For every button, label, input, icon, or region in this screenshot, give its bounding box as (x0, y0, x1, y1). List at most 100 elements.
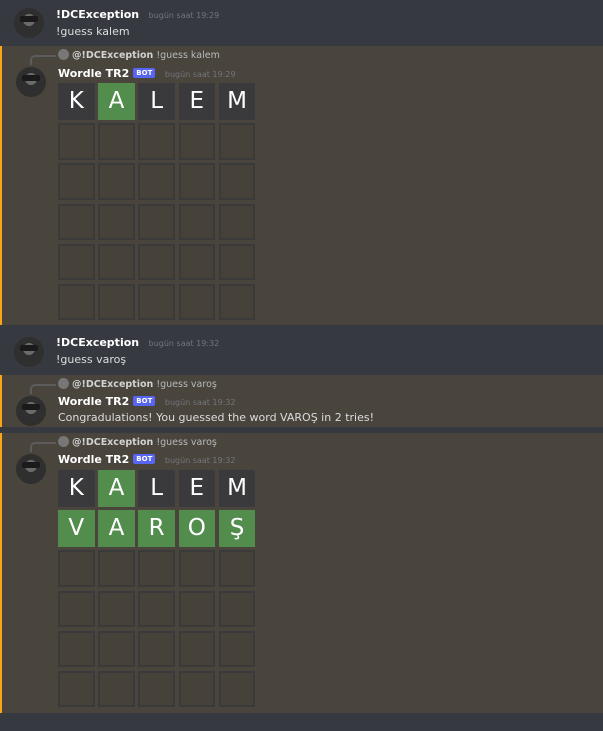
bot-avatar[interactable] (16, 396, 46, 426)
board-row (58, 283, 259, 324)
tile-empty (138, 203, 175, 241)
tile-empty (98, 670, 135, 708)
message-user-1: !DCException bugün saat 19:29 !guess kal… (0, 0, 603, 46)
tile-empty (138, 630, 175, 668)
tile-empty (98, 630, 135, 668)
tile-empty (178, 670, 216, 708)
tile-empty (218, 123, 256, 160)
board-row (58, 590, 259, 631)
timestamp: bugün saat 19:32 (148, 339, 220, 348)
tile-empty (218, 243, 256, 281)
tile-empty (218, 670, 256, 708)
bot-avatar[interactable] (16, 454, 46, 484)
message-bot-congrats: @!DCException !guess varoş Wordle TR2 BOT… (0, 375, 603, 427)
reply-connector (30, 384, 56, 394)
tile-correct: A (98, 83, 135, 120)
tile-empty (98, 590, 135, 628)
tile-empty (98, 243, 135, 281)
tile-empty (218, 550, 256, 587)
tile-absent: E (178, 83, 216, 120)
reply-avatar (58, 49, 69, 60)
message-user-2: !DCException bugün saat 19:32 !guess var… (0, 325, 603, 375)
tile-empty (58, 590, 95, 628)
message-content: Congradulations! You guessed the word VA… (58, 411, 375, 424)
reply-reference[interactable]: @!DCException !guess varoş (58, 436, 217, 448)
tile-empty (58, 630, 95, 668)
tile-empty (98, 203, 135, 241)
message-bot-board-1: @!DCException !guess kalem Wordle TR2 BOT… (0, 46, 603, 325)
author-name[interactable]: !DCException (56, 8, 139, 21)
tile-empty (178, 283, 216, 321)
tile-absent: K (58, 470, 95, 507)
tile-correct: R (138, 510, 175, 547)
tile-empty (218, 630, 256, 668)
board-row: VAROŞ (58, 510, 259, 550)
tile-empty (178, 630, 216, 668)
tile-absent: K (58, 83, 95, 120)
tile-correct: O (178, 510, 216, 547)
tile-absent: E (178, 470, 216, 507)
tile-empty (178, 550, 216, 587)
reply-connector (30, 55, 56, 65)
message-bot-board-2: @!DCException !guess varoş Wordle TR2 BOT… (0, 433, 603, 713)
tile-empty (98, 550, 135, 587)
tile-empty (178, 243, 216, 281)
tile-empty (58, 670, 95, 708)
bot-badge: BOT (133, 396, 156, 406)
tile-empty (178, 123, 216, 160)
author-name[interactable]: Wordle TR2 (58, 395, 129, 408)
tile-empty (218, 203, 256, 241)
timestamp: bugün saat 19:29 (164, 70, 236, 79)
reply-reference[interactable]: @!DCException !guess varoş (58, 378, 217, 390)
tile-absent: M (218, 83, 256, 120)
tile-empty (138, 590, 175, 628)
reply-author: @!DCException (72, 379, 154, 390)
reply-author: @!DCException (72, 437, 154, 448)
tile-empty (98, 123, 135, 160)
chat-footer (0, 713, 603, 731)
board-row (58, 203, 259, 244)
bot-avatar[interactable] (16, 67, 46, 97)
tile-empty (138, 123, 175, 160)
author-name[interactable]: Wordle TR2 (58, 453, 129, 466)
tile-correct: Ş (218, 510, 256, 547)
message-content: !guess kalem (56, 25, 130, 38)
timestamp: bugün saat 19:29 (148, 11, 220, 20)
tile-empty (58, 243, 95, 281)
tile-empty (138, 283, 175, 321)
tile-empty (138, 670, 175, 708)
message-content: !guess varoş (56, 353, 127, 366)
board-row (58, 550, 259, 590)
tile-empty (218, 283, 256, 321)
author-name[interactable]: Wordle TR2 (58, 67, 129, 80)
reply-reference[interactable]: @!DCException !guess kalem (58, 49, 220, 61)
tile-empty (218, 163, 256, 200)
tile-absent: L (138, 83, 175, 120)
user-avatar[interactable] (14, 337, 44, 367)
board-row: KALEM (58, 470, 259, 510)
tile-empty (98, 163, 135, 200)
tile-empty (138, 163, 175, 200)
author-name[interactable]: !DCException (56, 336, 139, 349)
board-row (58, 670, 259, 711)
tile-absent: M (218, 470, 256, 507)
tile-correct: A (98, 510, 135, 547)
tile-correct: V (58, 510, 95, 547)
reply-content: !guess varoş (156, 437, 217, 448)
tile-empty (178, 203, 216, 241)
user-avatar[interactable] (14, 8, 44, 38)
wordle-board: KALEMVAROŞ (58, 470, 259, 711)
reply-author: @!DCException (72, 50, 154, 61)
tile-correct: A (98, 470, 135, 507)
wordle-board: KALEM (58, 83, 259, 324)
timestamp: bugün saat 19:32 (164, 456, 236, 465)
reply-connector (30, 442, 56, 452)
tile-empty (58, 123, 95, 160)
timestamp: bugün saat 19:32 (164, 398, 236, 407)
board-row (58, 630, 259, 671)
board-row (58, 163, 259, 203)
tile-empty (58, 550, 95, 587)
board-row (58, 123, 259, 163)
reply-content: !guess kalem (156, 50, 220, 61)
tile-empty (178, 590, 216, 628)
